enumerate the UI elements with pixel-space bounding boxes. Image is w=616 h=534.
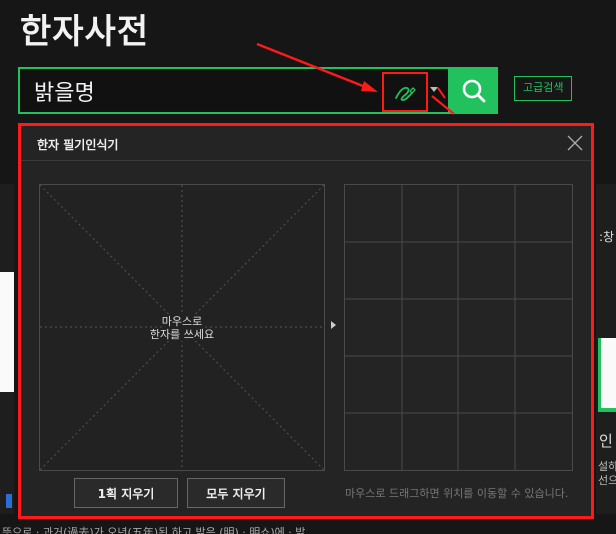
search-input[interactable] <box>34 73 374 109</box>
bottom-fragment-text: 뜻으로 · 과거(過去)가 오년(五年)된 하고 밝은 (明) · 明쇼)에 ·… <box>2 526 306 534</box>
popup-header: 한자 필기인식기 <box>21 126 591 161</box>
close-x-icon[interactable] <box>565 133 585 153</box>
advanced-search-button[interactable]: 고급검색 <box>514 76 573 101</box>
right-fragment-text-4: 선으 <box>598 474 616 487</box>
canvas-hint: 마우스로 한자를 쓰세요 <box>40 315 324 341</box>
arrow-right-icon <box>331 321 336 329</box>
erase-one-stroke-button[interactable]: 1획 지우기 <box>74 478 178 508</box>
right-white-card <box>598 338 616 412</box>
drag-hint-text: 마우스로 드래그하면 위치를 이동할 수 있습니다. <box>345 487 569 500</box>
left-white-card <box>0 272 14 392</box>
triangle-down-icon[interactable] <box>430 87 438 92</box>
candidate-grid[interactable] <box>344 184 573 471</box>
right-fragment-text-1: :창 <box>599 230 615 244</box>
handwriting-recognizer-popup: 한자 필기인식기 마우스로 한자를 쓰세요 1획 지우기 모두 지우기 마우스로… <box>18 123 594 519</box>
drawing-canvas[interactable]: 마우스로 한자를 쓰세요 <box>39 184 325 471</box>
canvas-hint-line2: 한자를 쓰세요 <box>149 328 215 341</box>
search-button[interactable] <box>450 67 498 114</box>
pen-handwriting-icon <box>395 86 416 101</box>
page-title: 한자사전 <box>20 12 150 52</box>
erase-all-button[interactable]: 모두 지우기 <box>187 478 285 508</box>
canvas-hint-line1: 마우스로 <box>161 315 203 328</box>
left-blue-mark <box>6 494 12 508</box>
right-fragment-text-2: 인 <box>599 432 613 450</box>
magnifier-icon <box>462 79 486 102</box>
popup-title: 한자 필기인식기 <box>37 138 119 152</box>
handwriting-input-button[interactable] <box>382 72 428 112</box>
